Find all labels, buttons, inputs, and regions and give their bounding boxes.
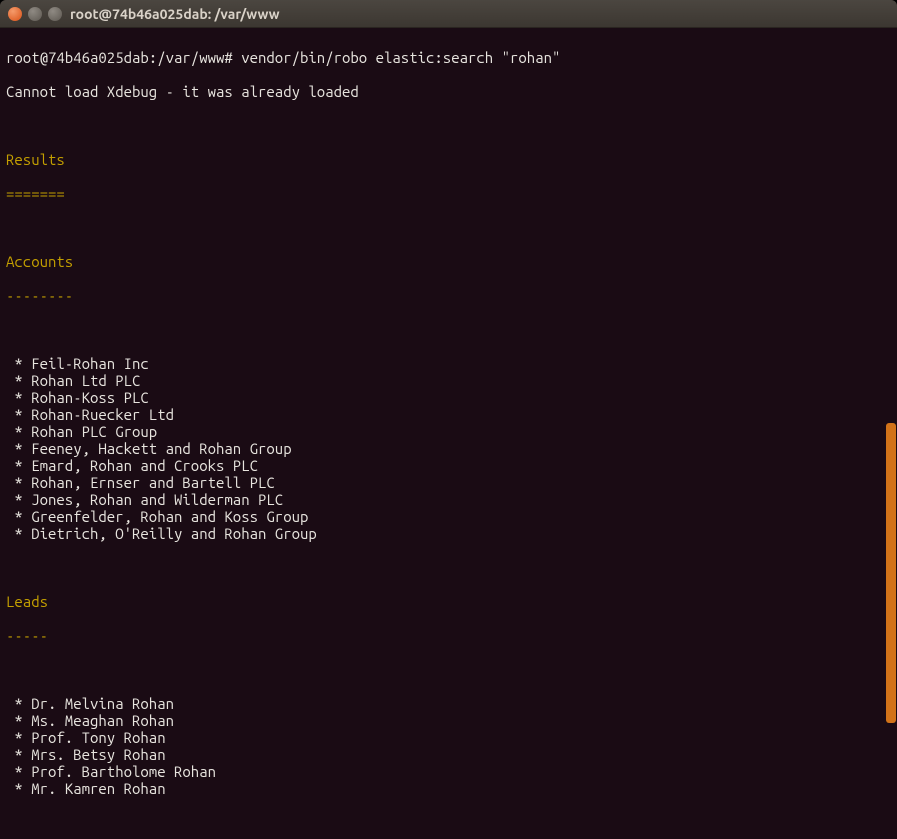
- prompt-line: root@74b46a025dab:/var/www# vendor/bin/r…: [6, 49, 891, 66]
- list-item: * Ms. Meaghan Rohan: [6, 712, 891, 729]
- list-item: * Mrs. Betsy Rohan: [6, 746, 891, 763]
- blank-line: [6, 117, 891, 134]
- list-item: * Rohan, Ernser and Bartell PLC: [6, 474, 891, 491]
- list-item: * Emard, Rohan and Crooks PLC: [6, 457, 891, 474]
- accounts-list: * Feil-Rohan Inc * Rohan Ltd PLC * Rohan…: [6, 355, 891, 542]
- window-titlebar[interactable]: root@74b46a025dab: /var/www: [0, 0, 897, 28]
- results-underline: =======: [6, 185, 891, 202]
- list-item: * Feeney, Hackett and Rohan Group: [6, 440, 891, 457]
- accounts-underline: --------: [6, 287, 891, 304]
- list-item: * Rohan-Ruecker Ltd: [6, 406, 891, 423]
- blank-line: [6, 559, 891, 576]
- results-header: Results: [6, 151, 891, 168]
- list-item: * Rohan PLC Group: [6, 423, 891, 440]
- leads-list: * Dr. Melvina Rohan * Ms. Meaghan Rohan …: [6, 695, 891, 797]
- scrollbar-thumb[interactable]: [886, 423, 896, 723]
- blank-line: [6, 321, 891, 338]
- list-item: * Rohan Ltd PLC: [6, 372, 891, 389]
- scrollbar[interactable]: [885, 28, 897, 839]
- list-item: * Dr. Melvina Rohan: [6, 695, 891, 712]
- list-item: * Greenfelder, Rohan and Koss Group: [6, 508, 891, 525]
- prompt-text: root@74b46a025dab:/var/www# vendor/bin/r…: [6, 49, 560, 66]
- blank-line: [6, 661, 891, 678]
- list-item: * Dietrich, O'Reilly and Rohan Group: [6, 525, 891, 542]
- list-item: * Prof. Tony Rohan: [6, 729, 891, 746]
- list-item: * Feil-Rohan Inc: [6, 355, 891, 372]
- leads-header: Leads: [6, 593, 891, 610]
- window-controls: [8, 7, 62, 21]
- list-item: * Rohan-Koss PLC: [6, 389, 891, 406]
- minimize-icon[interactable]: [28, 7, 42, 21]
- close-icon[interactable]: [8, 7, 22, 21]
- list-item: * Jones, Rohan and Wilderman PLC: [6, 491, 891, 508]
- blank-line: [6, 814, 891, 831]
- list-item: * Prof. Bartholome Rohan: [6, 763, 891, 780]
- accounts-header: Accounts: [6, 253, 891, 270]
- maximize-icon[interactable]: [48, 7, 62, 21]
- blank-line: [6, 219, 891, 236]
- terminal-window: root@74b46a025dab: /var/www root@74b46a0…: [0, 0, 897, 839]
- terminal-body[interactable]: root@74b46a025dab:/var/www# vendor/bin/r…: [0, 28, 897, 839]
- list-item: * Mr. Kamren Rohan: [6, 780, 891, 797]
- leads-underline: -----: [6, 627, 891, 644]
- window-title: root@74b46a025dab: /var/www: [70, 6, 280, 22]
- output-line: Cannot load Xdebug - it was already load…: [6, 83, 891, 100]
